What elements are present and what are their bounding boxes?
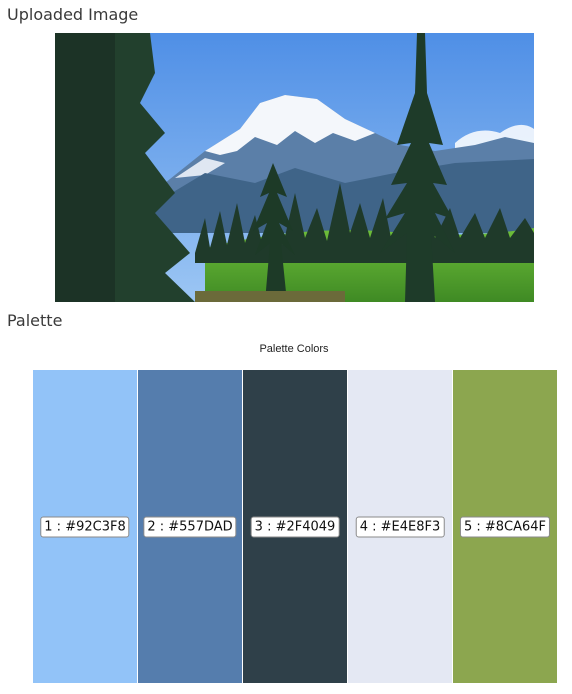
swatch-label-2: 2 : #557DAD (143, 516, 237, 537)
palette-swatch-4: 4 : #E4E8F3 (348, 370, 453, 683)
swatch-label-4: 4 : #E4E8F3 (355, 516, 445, 537)
uploaded-image (55, 33, 534, 302)
palette-swatch-1: 1 : #92C3F8 (33, 370, 138, 683)
chart-title: Palette Colors (259, 343, 329, 355)
swatch-label-1: 1 : #92C3F8 (40, 516, 130, 537)
palette-swatch-2: 2 : #557DAD (138, 370, 243, 683)
swatch-label-5: 5 : #8CA64F (459, 516, 551, 537)
mountain-landscape-image (55, 33, 534, 302)
palette-swatch-3: 3 : #2F4049 (243, 370, 348, 683)
palette-chart: 1 : #92C3F8 2 : #557DAD 3 : #2F4049 4 : #E4… (33, 370, 557, 683)
uploaded-image-heading: Uploaded Image (7, 5, 139, 24)
swatch-label-3: 3 : #2F4049 (250, 516, 340, 537)
palette-heading: Palette (7, 311, 63, 330)
palette-swatch-5: 5 : #8CA64F (453, 370, 557, 683)
